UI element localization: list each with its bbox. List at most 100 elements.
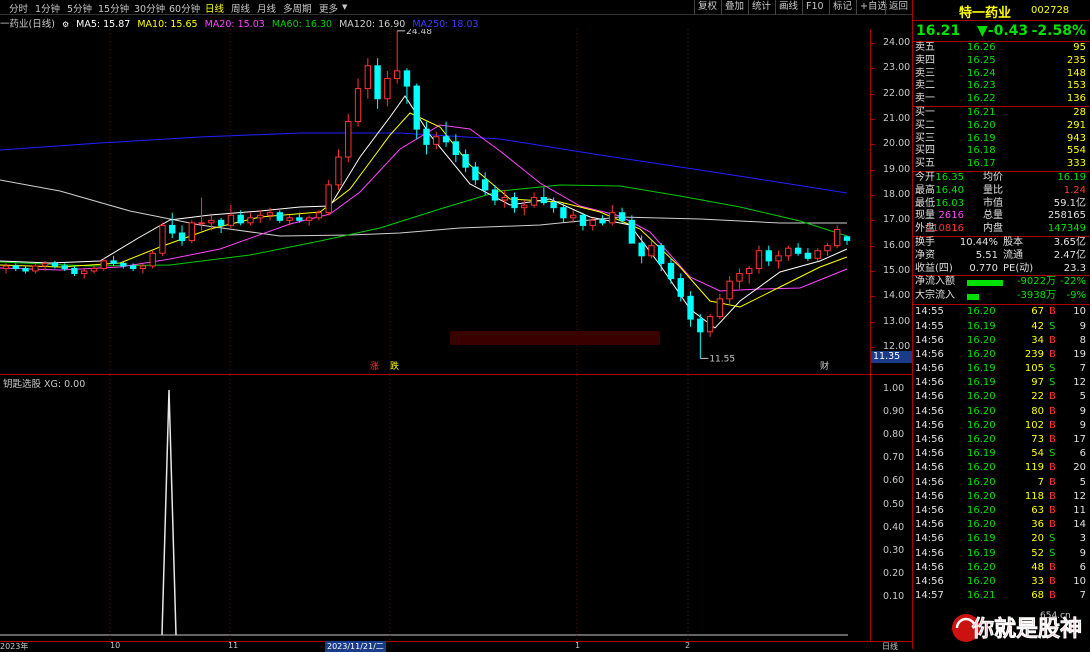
tick-row: 14:56 16.20 102 B 9	[913, 419, 1090, 433]
candle	[335, 149, 342, 190]
tick-time: 14:56	[915, 419, 944, 431]
stat-value: 2.47亿	[1053, 249, 1086, 261]
button-fuquan[interactable]: 复权	[694, 0, 720, 15]
tick-count: 3	[1079, 533, 1086, 545]
bid-row[interactable]: 买三 16.19 943	[913, 133, 1090, 146]
stat-value: 147349	[1047, 223, 1086, 235]
ask-row[interactable]: 卖二 16.23 153	[913, 80, 1090, 93]
stats-table: 今开 16.35 均价 16.19 最高 16.40 量比 1.24 最低 16.03 市值 59.1…	[913, 172, 1090, 236]
price-change: ▼-0.43	[977, 23, 1029, 39]
stat-label: 今开	[915, 171, 935, 183]
candle	[227, 205, 235, 228]
candlestick-chart[interactable]: 24.48 11.55 涨跌 财	[0, 29, 870, 374]
bid-volume: 943	[1066, 132, 1086, 144]
tick-row: 14:56 16.20 22 B 5	[913, 390, 1090, 404]
candle	[687, 291, 694, 327]
button-statistics[interactable]: 统计	[748, 0, 774, 15]
tab-monthly[interactable]: 月线	[257, 1, 276, 15]
stat-value: 16.40	[935, 184, 964, 196]
indicator-chart[interactable]	[0, 375, 870, 642]
tick-price: 16.20	[967, 575, 996, 587]
tab-multi-period[interactable]: 多周期	[283, 1, 312, 15]
stat-value: 16.03	[935, 197, 964, 209]
bid-row[interactable]: 买四 16.18 554	[913, 145, 1090, 158]
candle	[71, 265, 78, 277]
tick-price: 16.20	[967, 504, 996, 516]
tick-time: 14:56	[915, 348, 944, 360]
indicator-tick: 0.50	[883, 498, 905, 510]
tab-5min[interactable]: 5分钟	[67, 1, 92, 15]
tab-daily[interactable]: 日线	[205, 1, 224, 15]
tick-volume: 67	[1031, 306, 1044, 318]
bid-row[interactable]: 买二 16.20 291	[913, 120, 1090, 133]
ask-row[interactable]: 卖一 16.22 136	[913, 93, 1090, 106]
stat-value: 5.51	[975, 249, 998, 261]
tab-fenshi[interactable]: 分时	[9, 1, 28, 15]
candle	[413, 83, 420, 140]
bid-row[interactable]: 买一 16.21 28	[913, 107, 1090, 120]
high-label: 24.48	[406, 29, 432, 37]
tick-price: 16.19	[967, 320, 996, 332]
candle	[628, 215, 636, 244]
button-draw-line[interactable]: 画线	[775, 0, 801, 15]
tick-list[interactable]: 14:55 16.20 67 B 10 14:55 16.19 42 S 9 14:56 16.20 3…	[913, 305, 1090, 603]
ask-row[interactable]: 卖四 16.25 235	[913, 55, 1090, 68]
bid-price: 16.17	[967, 158, 996, 170]
bid-price: 16.20	[967, 119, 996, 131]
stock-header: 特一药业 002728	[913, 0, 1090, 21]
tab-weekly[interactable]: 周线	[231, 1, 250, 15]
tab-30min[interactable]: 30分钟	[134, 1, 165, 15]
ask-row[interactable]: 卖三 16.24 148	[913, 68, 1090, 81]
price-summary: 16.21 ▼-0.43 -2.58%	[913, 21, 1090, 41]
ask-volume: 95	[1073, 42, 1086, 53]
ask-volume: 136	[1066, 93, 1086, 105]
tab-more[interactable]: 更多	[319, 1, 338, 15]
tick-volume: 36	[1031, 519, 1044, 531]
tick-price: 16.20	[967, 334, 996, 346]
tab-60min[interactable]: 60分钟	[169, 1, 200, 15]
chevron-down-icon[interactable]: ▼	[342, 3, 347, 11]
tick-row: 14:56 16.20 118 B 12	[913, 490, 1090, 504]
candle	[618, 207, 626, 223]
tick-price: 16.20	[967, 434, 996, 446]
gear-icon[interactable]: ⚙	[62, 20, 69, 29]
tick-time: 14:56	[915, 334, 944, 346]
period-label: 日线	[882, 642, 898, 651]
candle	[609, 205, 616, 226]
candle	[530, 192, 538, 208]
tick-side: S	[1049, 363, 1056, 375]
stat-row: 外盘 110816 内盘 147349	[913, 223, 1090, 236]
price-tick: 24.00	[883, 37, 911, 48]
bid-row[interactable]: 买五 16.17 333	[913, 158, 1090, 171]
candle	[648, 240, 655, 259]
tab-15min[interactable]: 15分钟	[98, 1, 129, 15]
candle	[452, 134, 460, 163]
tick-row: 14:56 16.19 97 S 12	[913, 376, 1090, 390]
bid-label: 买三	[915, 132, 935, 144]
tab-1min[interactable]: 1分钟	[35, 1, 60, 15]
button-overlay[interactable]: 叠加	[721, 0, 747, 15]
watermark-logo: 你就是股神 654.cn	[952, 611, 1082, 642]
tick-price: 16.20	[967, 405, 996, 417]
button-back[interactable]: 返回	[885, 0, 911, 15]
stat-label: 总量	[983, 210, 1003, 222]
price-tick: 13.00	[883, 315, 911, 327]
tick-price: 16.20	[967, 476, 996, 488]
button-mark[interactable]: 标记	[829, 0, 855, 15]
button-f10[interactable]: F10	[802, 0, 827, 15]
candle	[677, 273, 684, 302]
tick-time: 14:56	[915, 533, 944, 545]
tick-count: 7	[1079, 363, 1086, 375]
tick-side: B	[1049, 476, 1056, 488]
candle	[746, 265, 753, 284]
tick-side: B	[1049, 434, 1056, 446]
candle	[403, 68, 411, 104]
ask-row[interactable]: 卖五 16.26 95	[913, 42, 1090, 55]
price-tick: 19.00	[883, 163, 911, 175]
tick-row: 14:56 16.20 48 B 6	[913, 561, 1090, 575]
tick-count: 17	[1073, 434, 1086, 446]
bid-label: 买四	[915, 145, 935, 157]
candle	[393, 30, 401, 84]
flow-value: -3938万	[1016, 290, 1056, 302]
candle	[364, 58, 372, 99]
